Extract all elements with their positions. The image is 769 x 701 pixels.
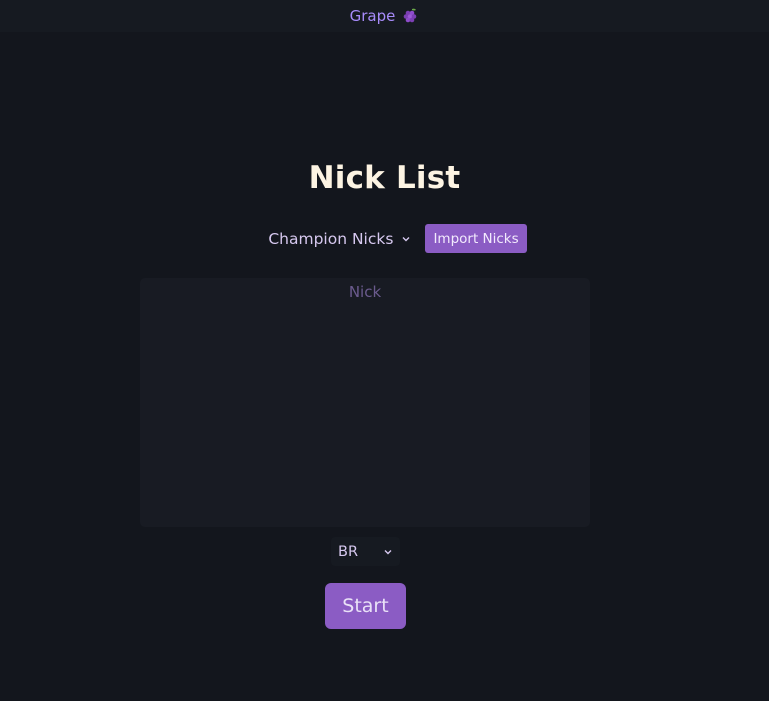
grape-icon	[404, 8, 417, 23]
chevron-down-icon	[402, 236, 410, 241]
brand-link[interactable]: Grape	[350, 7, 420, 25]
nick-list-select-value: Champion Nicks	[268, 229, 394, 248]
region-select[interactable]: BR	[331, 537, 400, 566]
page-title: Nick List	[308, 160, 461, 196]
start-button[interactable]: Start	[325, 583, 406, 629]
list-controls: Champion Nicks Import Nicks	[0, 224, 769, 253]
nick-placeholder: Nick	[348, 283, 382, 301]
nick-textarea[interactable]: Nick	[140, 278, 590, 527]
chevron-down-icon	[384, 549, 392, 554]
region-select-value: BR	[338, 543, 359, 560]
top-bar: Grape	[0, 0, 769, 32]
brand-name: Grape	[349, 7, 396, 25]
import-nicks-button[interactable]: Import Nicks	[425, 224, 527, 253]
nick-list-select[interactable]: Champion Nicks	[262, 226, 417, 252]
